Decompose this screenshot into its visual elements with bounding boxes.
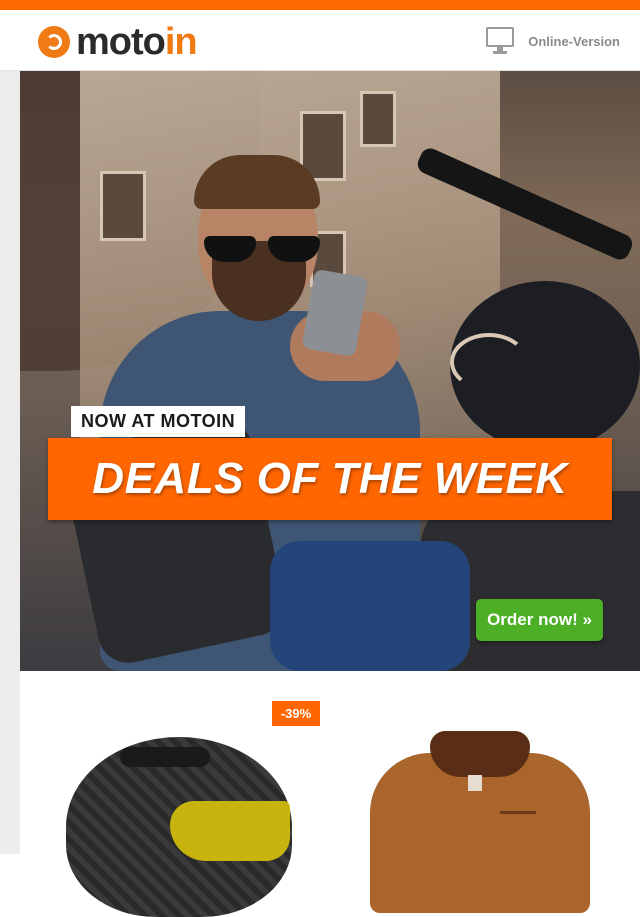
left-gutter [0,71,20,854]
jacket-collar [430,731,530,777]
hero-banner[interactable]: NOW AT MOTOIN DEALS OF THE WEEK Order no… [20,71,640,671]
hero-man-hair [194,155,320,209]
top-accent-bar [0,0,640,10]
helmet-visor [170,801,290,861]
product-grid: -39% [20,671,640,917]
logo-text-moto: moto [76,21,166,63]
carbon-helmet-image[interactable] [60,733,300,917]
online-version-label: Online-Version [528,33,620,49]
online-version-link[interactable]: Online-Version [486,26,620,56]
hero-man-jeans [270,541,470,671]
order-now-button[interactable]: Order now! » [476,599,603,641]
logo-mark-icon [38,26,70,58]
hero-headline-banner: DEALS OF THE WEEK [48,438,612,520]
jacket-label [468,775,482,791]
hero-window [360,91,396,147]
discount-badge: -39% [272,701,320,726]
helmet-vent [120,747,210,767]
hero-window [100,171,146,241]
hero-tag: NOW AT MOTOIN [71,406,246,437]
jacket-pocket [500,811,536,814]
monitor-icon [486,27,518,55]
logo-text-in: in [164,21,198,63]
hero-helmet-rim [450,333,528,391]
logo-wordmark: motoin [76,21,198,63]
email-header: motoin Online-Version [0,10,640,71]
brown-jacket-image[interactable] [360,731,600,913]
hero-headline: DEALS OF THE WEEK [92,454,568,503]
motoin-logo[interactable]: motoin [38,21,198,63]
sunglasses [196,236,328,262]
